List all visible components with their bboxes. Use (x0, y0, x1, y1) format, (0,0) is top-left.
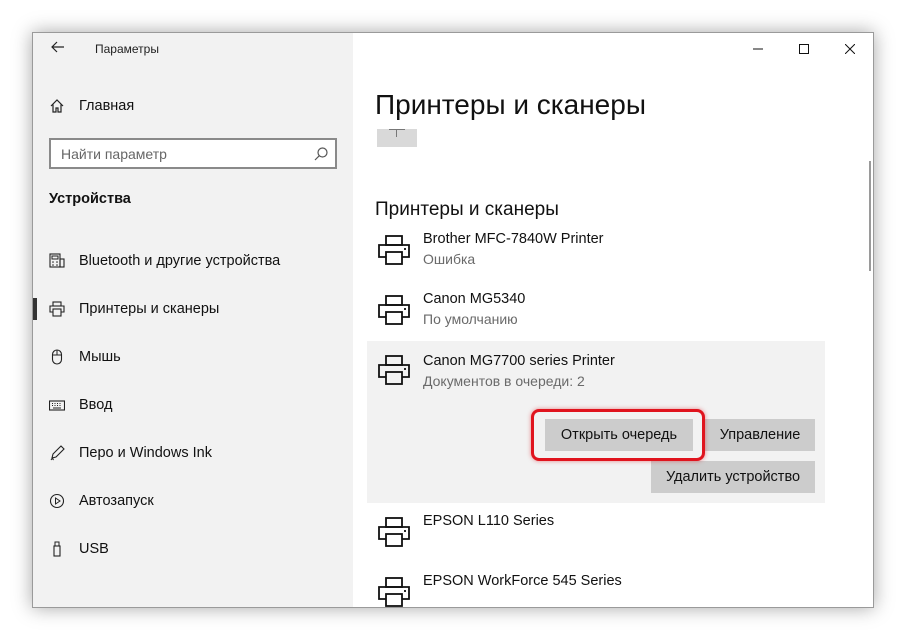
printer-name: Canon MG7700 series Printer (423, 353, 615, 369)
printer-icon (49, 301, 65, 317)
sidebar-item-label: Перо и Windows Ink (79, 445, 212, 461)
sidebar: Параметры Главная Устройства Bluetooth и… (33, 33, 353, 607)
minimize-icon (753, 48, 763, 50)
sidebar-item-label: Ввод (79, 397, 113, 413)
printers-section-title: Принтеры и сканеры (375, 199, 559, 220)
sidebar-item-printers[interactable]: Принтеры и сканеры (33, 285, 353, 333)
settings-window: Параметры Главная Устройства Bluetooth и… (32, 32, 874, 608)
sidebar-item-mouse[interactable]: Мышь (33, 333, 353, 381)
printer-item[interactable]: Brother MFC-7840W Printer Ошибка (367, 223, 825, 281)
arrow-left-icon (51, 41, 64, 53)
printer-name: EPSON WorkForce 545 Series (423, 573, 622, 589)
close-button[interactable] (827, 33, 873, 65)
title-bar: Параметры (33, 33, 353, 65)
printer-icon (378, 295, 410, 325)
sidebar-item-typing[interactable]: Ввод (33, 381, 353, 429)
scrollbar[interactable] (869, 161, 871, 271)
autoplay-icon (49, 493, 65, 509)
maximize-icon (799, 44, 809, 54)
printer-status: Ошибка (423, 251, 476, 267)
home-label: Главная (79, 98, 135, 114)
sidebar-item-usb[interactable]: USB (33, 525, 353, 573)
window-controls (735, 33, 873, 65)
pen-icon (49, 445, 65, 461)
usb-icon (49, 541, 65, 557)
home-icon (50, 99, 64, 113)
printer-icon (378, 577, 410, 607)
sidebar-section-title: Устройства (49, 191, 131, 207)
sidebar-nav: Bluetooth и другие устройства Принтеры и… (33, 237, 353, 573)
search-icon[interactable] (313, 146, 329, 162)
close-icon (845, 44, 855, 54)
sidebar-item-label: Принтеры и сканеры (79, 301, 220, 317)
plus-icon (396, 129, 397, 137)
page-title: Принтеры и сканеры (375, 89, 646, 120)
sidebar-item-label: USB (79, 541, 109, 557)
remove-device-button[interactable]: Удалить устройство (651, 461, 815, 493)
printer-name: Brother MFC-7840W Printer (423, 231, 604, 247)
plus-icon-bar (389, 129, 405, 130)
manage-button[interactable]: Управление (705, 419, 815, 451)
search-box[interactable] (49, 138, 337, 169)
sidebar-item-label: Автозапуск (79, 493, 154, 509)
sidebar-item-autoplay[interactable]: Автозапуск (33, 477, 353, 525)
printer-item[interactable]: EPSON WorkForce 545 Series (367, 565, 825, 607)
printer-status: Документов в очереди: 2 (423, 373, 585, 389)
printer-name: EPSON L110 Series (423, 513, 555, 529)
printer-icon (378, 517, 410, 547)
back-button[interactable] (47, 39, 69, 59)
add-printer-button[interactable] (377, 129, 417, 147)
bluetooth-devices-icon (49, 253, 65, 269)
printer-name: Canon MG5340 (423, 291, 526, 307)
sidebar-item-label: Bluetooth и другие устройства (79, 253, 281, 269)
printer-item-expanded[interactable]: Canon MG7700 series Printer Документов в… (367, 341, 825, 503)
printer-status: По умолчанию (423, 311, 518, 327)
maximize-button[interactable] (781, 33, 827, 65)
sidebar-item-label: Мышь (79, 349, 121, 365)
sidebar-item-home[interactable]: Главная (49, 95, 134, 117)
minimize-button[interactable] (735, 33, 781, 65)
main-content: Принтеры и сканеры Принтеры и сканеры Br… (353, 33, 873, 607)
mouse-icon (49, 349, 65, 365)
printer-icon (378, 355, 410, 385)
printer-item[interactable]: EPSON L110 Series (367, 505, 825, 563)
open-queue-button[interactable]: Открыть очередь (545, 419, 693, 451)
keyboard-icon (49, 397, 65, 413)
app-title: Параметры (95, 42, 159, 56)
printer-item[interactable]: Canon MG5340 По умолчанию (367, 283, 825, 341)
printer-icon (378, 235, 410, 265)
search-input[interactable] (61, 145, 301, 162)
sidebar-item-bluetooth[interactable]: Bluetooth и другие устройства (33, 237, 353, 285)
sidebar-item-pen[interactable]: Перо и Windows Ink (33, 429, 353, 477)
